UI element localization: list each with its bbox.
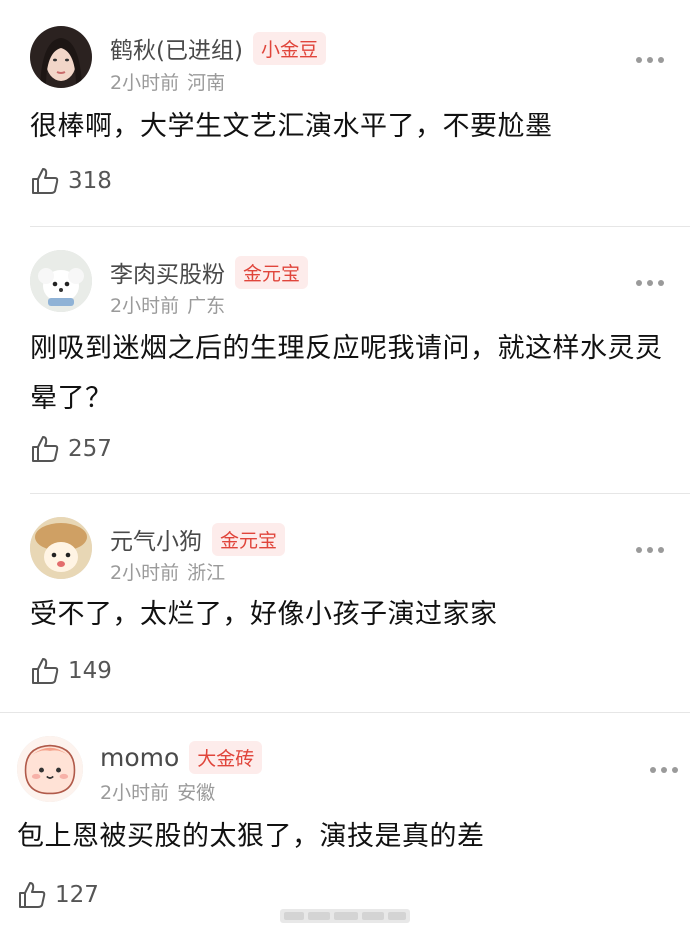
comment-location: 浙江 (187, 562, 226, 584)
thumbs-up-icon (32, 168, 59, 194)
user-badge: 大金砖 (189, 741, 263, 774)
like-button[interactable]: 127 (17, 880, 99, 910)
comment-location: 安徽 (177, 782, 216, 804)
watermark-image (280, 909, 410, 923)
like-count: 127 (55, 882, 99, 908)
name-row: 李肉买股粉 金元宝 (110, 255, 309, 289)
user-badge: 金元宝 (235, 255, 309, 289)
more-dots-icon[interactable] (636, 273, 666, 293)
comment-text: 很棒啊，大学生文艺汇演水平了，不要尬墨 (30, 111, 553, 142)
username[interactable]: 元气小狗 (110, 522, 202, 556)
username[interactable]: 李肉买股粉 (110, 255, 225, 289)
avatar[interactable] (30, 517, 92, 579)
comment-time: 2小时前 (100, 782, 170, 804)
divider (30, 493, 690, 494)
comment-meta: 2小时前 广东 (110, 291, 225, 318)
like-count: 149 (68, 658, 112, 684)
comment-time: 2小时前 (110, 562, 180, 584)
more-dots-icon[interactable] (636, 50, 666, 70)
divider (0, 712, 690, 713)
like-button[interactable]: 318 (30, 166, 112, 196)
comment-location: 广东 (187, 295, 226, 317)
like-count: 257 (68, 436, 112, 462)
like-button[interactable]: 149 (30, 656, 112, 686)
comment-text: 受不了，太烂了，好像小孩子演过家家 (30, 599, 498, 630)
more-dots-icon[interactable] (650, 760, 680, 780)
comment-meta: 2小时前 河南 (110, 68, 225, 95)
avatar[interactable] (17, 736, 83, 802)
comment-text: 刚吸到迷烟之后的生理反应呢我请问，就这样水灵灵晕了？ (30, 333, 663, 414)
comment-time: 2小时前 (110, 72, 180, 94)
name-row: momo 大金砖 (100, 741, 263, 774)
thumbs-up-icon (32, 658, 59, 684)
name-row: 元气小狗 金元宝 (110, 522, 286, 556)
username[interactable]: momo (100, 743, 179, 772)
comment-text: 包上恩被买股的太狠了，演技是真的差 (17, 821, 485, 852)
comment-location: 河南 (187, 72, 226, 94)
comment-meta: 2小时前 浙江 (110, 558, 225, 585)
name-row: 鹤秋(已进组) 小金豆 (110, 31, 326, 65)
user-badge: 小金豆 (252, 31, 326, 65)
divider (30, 226, 690, 227)
thumbs-up-icon (19, 882, 46, 908)
username[interactable]: 鹤秋(已进组) (110, 31, 243, 65)
comment-meta: 2小时前 安徽 (100, 778, 215, 805)
comment-time: 2小时前 (110, 295, 180, 317)
avatar[interactable] (30, 26, 92, 88)
like-button[interactable]: 257 (30, 434, 112, 464)
user-badge: 金元宝 (212, 522, 286, 556)
like-count: 318 (68, 168, 112, 194)
avatar[interactable] (30, 250, 92, 312)
more-dots-icon[interactable] (636, 540, 666, 560)
thumbs-up-icon (32, 436, 59, 462)
